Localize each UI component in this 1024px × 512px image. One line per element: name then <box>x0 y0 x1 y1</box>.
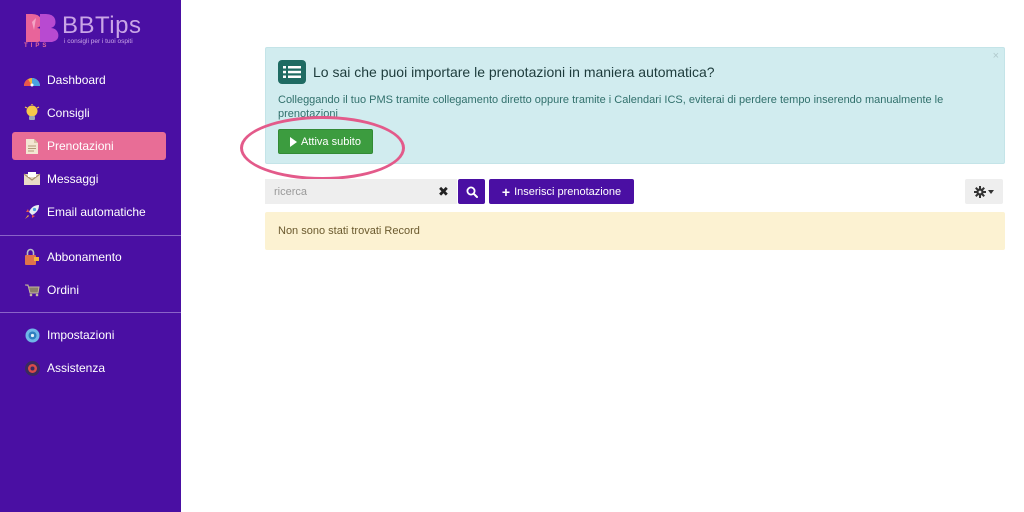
empty-records-message: Non sono stati trovati Record <box>265 212 1005 250</box>
close-icon: ✖ <box>438 183 449 199</box>
sidebar-item-assistenza[interactable]: Assistenza <box>12 354 166 382</box>
dashboard-icon <box>22 70 42 90</box>
sidebar-item-label: Consigli <box>47 106 90 120</box>
sidebar-item-ordini[interactable]: Ordini <box>12 276 166 304</box>
add-booking-button[interactable]: + Inserisci prenotazione <box>489 179 634 204</box>
add-booking-label: Inserisci prenotazione <box>514 185 622 198</box>
settings-icon <box>22 325 42 345</box>
sidebar-item-label: Messaggi <box>47 172 99 186</box>
search-icon <box>466 186 478 198</box>
sidebar-item-consigli[interactable]: Consigli <box>12 99 166 127</box>
sidebar-item-label: Impostazioni <box>47 328 115 342</box>
sidebar-item-label: Ordini <box>47 283 80 297</box>
sidebar-item-dashboard[interactable]: Dashboard <box>12 66 166 94</box>
sidebar-item-abbonamento[interactable]: Abbonamento <box>12 243 166 271</box>
logo-subtext: TIPS <box>24 43 50 49</box>
settings-dropdown-button[interactable] <box>965 179 1003 204</box>
sidebar-item-label: Abbonamento <box>47 250 122 264</box>
brand-tagline: i consigli per i tuoi ospiti <box>64 38 133 45</box>
sidebar-item-messaggi[interactable]: Messaggi <box>12 165 166 193</box>
close-icon[interactable]: × <box>993 50 999 62</box>
search-button[interactable] <box>458 179 485 204</box>
gear-icon <box>974 185 986 198</box>
brand-name: BBTips <box>62 12 142 39</box>
support-icon <box>22 358 42 378</box>
sidebar-item-label: Assistenza <box>47 361 106 375</box>
alert-title: Lo sai che puoi importare le prenotazion… <box>313 64 715 80</box>
brand-logo[interactable]: TIPS BBTips i consigli per i tuoi ospiti <box>22 10 172 50</box>
sidebar-item-email-automatiche[interactable]: Email automatiche <box>12 198 166 226</box>
search-input[interactable] <box>265 179 430 204</box>
alert-text: Colleggando il tuo PMS tramite collegame… <box>278 94 944 120</box>
rocket-icon <box>22 202 42 222</box>
cart-icon <box>22 280 42 300</box>
lightbulb-icon <box>22 103 42 123</box>
document-icon <box>22 136 42 156</box>
lock-icon <box>22 247 42 267</box>
logo-mark-icon <box>26 14 59 42</box>
sidebar-item-impostazioni[interactable]: Impostazioni <box>12 321 166 349</box>
chevron-down-icon <box>988 189 994 194</box>
sidebar-divider <box>0 312 181 313</box>
list-icon <box>278 60 306 84</box>
plus-icon: + <box>501 183 511 200</box>
highlight-annotation <box>240 116 405 180</box>
sidebar-item-label: Prenotazioni <box>47 139 114 153</box>
sidebar-item-label: Dashboard <box>47 73 106 87</box>
clear-search-button[interactable]: ✖ <box>430 179 457 204</box>
sidebar-item-prenotazioni[interactable]: Prenotazioni <box>12 132 166 160</box>
sidebar: TIPS BBTips i consigli per i tuoi ospiti… <box>0 0 181 512</box>
envelope-icon <box>22 169 42 189</box>
sidebar-item-label: Email automatiche <box>47 205 146 219</box>
sidebar-divider <box>0 235 181 236</box>
